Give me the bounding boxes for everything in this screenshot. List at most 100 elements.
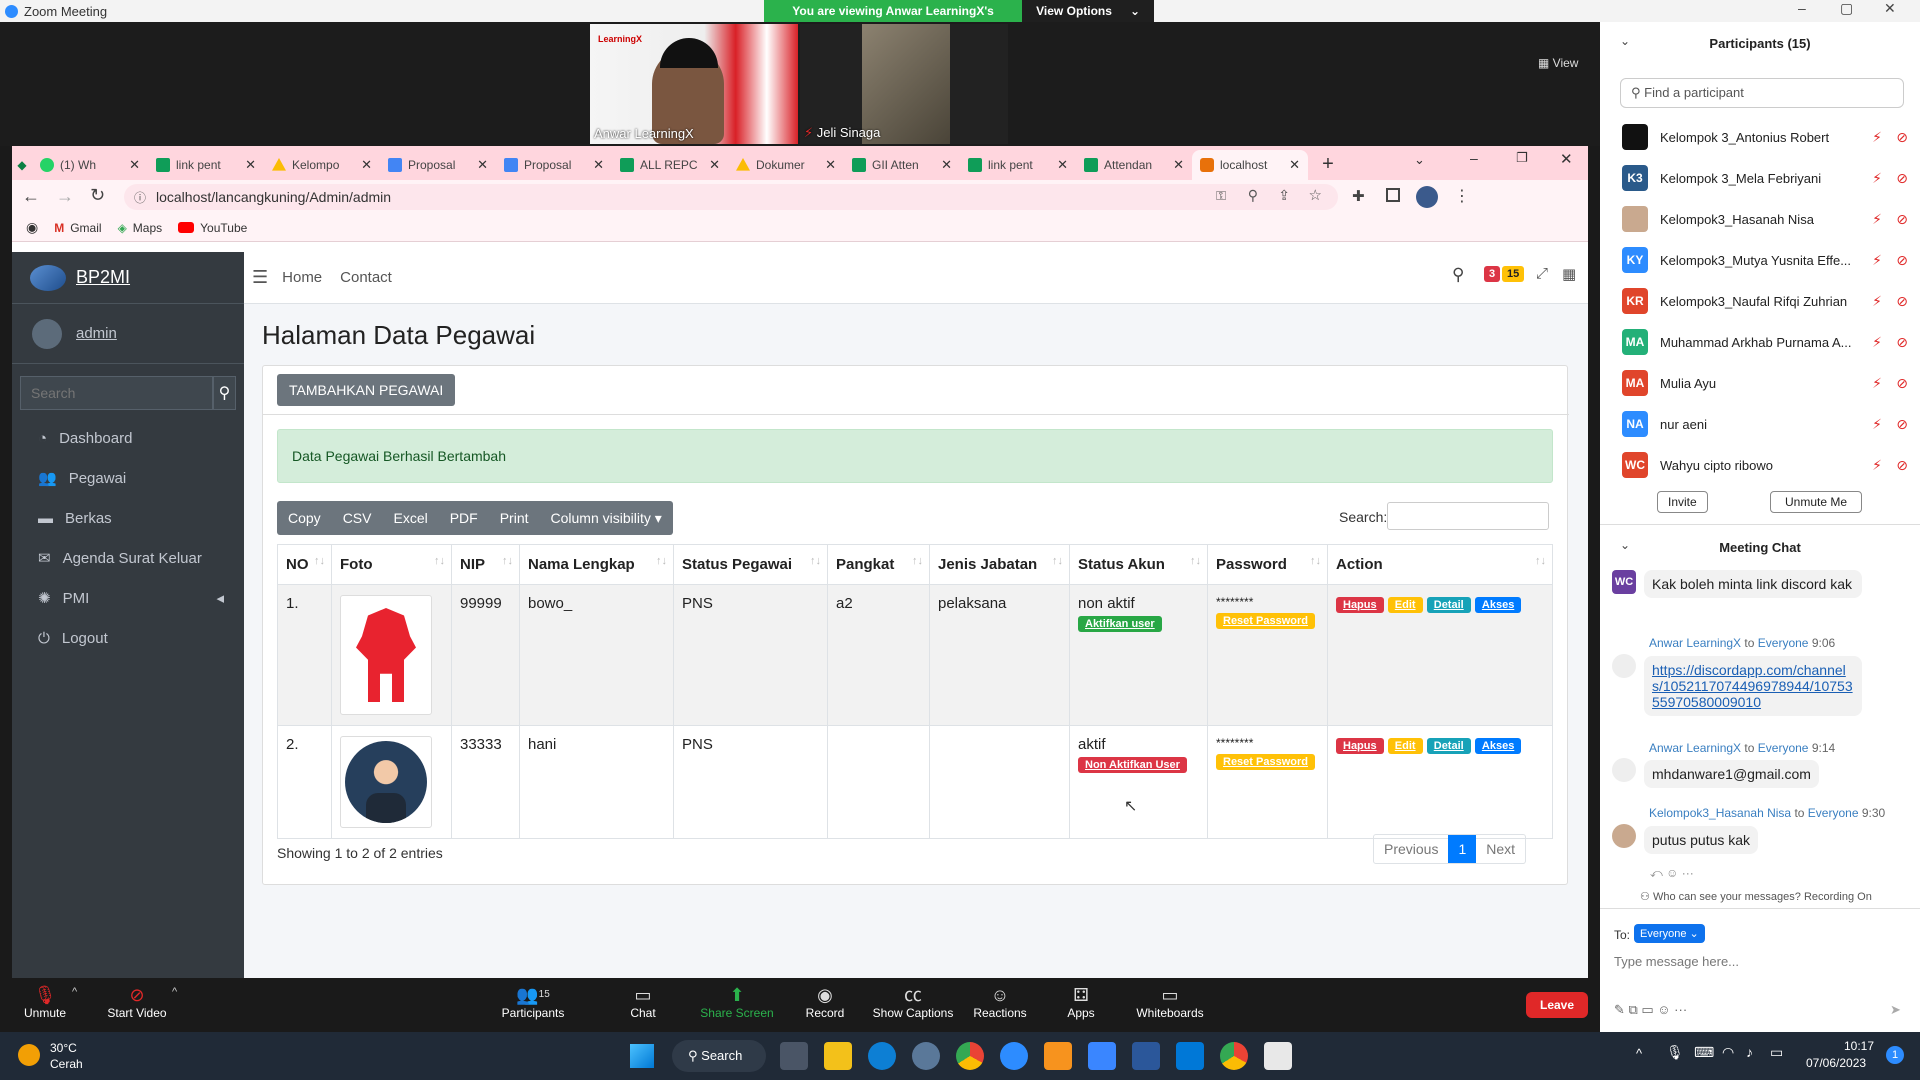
close-icon[interactable]: ✕ [1560, 150, 1573, 168]
chat-format-icons[interactable]: ✎ ⧉ ▭ ☺ ··· [1614, 1002, 1687, 1018]
key-icon[interactable]: ⚿ [1216, 188, 1226, 204]
col-header[interactable]: Password ↑↓ [1207, 544, 1328, 585]
record-button[interactable]: ◉ Record [780, 984, 870, 1020]
pagination-page-1[interactable]: 1 [1448, 835, 1477, 863]
csv-button[interactable]: CSV [332, 501, 383, 535]
sublime-icon[interactable] [1044, 1042, 1072, 1070]
taskbar-search[interactable]: ⚲ Search [672, 1040, 766, 1072]
minimize-icon[interactable]: – [1798, 0, 1806, 16]
send-icon[interactable]: ➤ [1890, 1002, 1901, 1018]
reactions-button[interactable]: ☺ Reactions [955, 984, 1045, 1020]
browser-tab[interactable]: Proposal ✕ [380, 150, 496, 180]
detail-button[interactable]: Detail [1426, 738, 1471, 754]
participants-button[interactable]: 👥15 Participants [488, 984, 578, 1020]
bookmark-maps[interactable]: Maps [133, 221, 162, 235]
extensions-icon[interactable]: ✚ [1352, 187, 1365, 205]
close-tab-icon[interactable]: ✕ [593, 157, 604, 173]
nav-contact[interactable]: Contact [340, 269, 392, 286]
notepad-icon[interactable] [1088, 1042, 1116, 1070]
col-header[interactable]: Nama Lengkap ↑↓ [519, 544, 674, 585]
reply-icon[interactable]: ⤺ ☺ ··· [1650, 866, 1694, 881]
whiteboards-button[interactable]: ▭ Whiteboards [1125, 984, 1215, 1020]
grid-icon[interactable]: ▦ [1562, 265, 1576, 283]
wifi-icon[interactable]: ◠ [1722, 1044, 1734, 1061]
mic-tray-icon[interactable]: 🎙 [1666, 1044, 1684, 1061]
sidepanel-icon[interactable] [1386, 188, 1400, 202]
pagination-previous[interactable]: Previous [1374, 835, 1448, 863]
zoom-app-icon[interactable] [1000, 1042, 1028, 1070]
close-tab-icon[interactable]: ✕ [709, 157, 720, 173]
participant-search[interactable]: ⚲ Find a participant [1620, 78, 1904, 108]
share-screen-button[interactable]: ⬆ Share Screen [692, 984, 782, 1020]
notification-badge-red[interactable]: 3 [1484, 266, 1501, 282]
participant-row[interactable]: Kelompok 3_Antonius Robert ⚡ ⊘ [1622, 122, 1912, 152]
snipping-tool-icon[interactable] [1264, 1042, 1292, 1070]
site-info-icon[interactable]: ⓘ [134, 189, 146, 206]
participant-row[interactable]: MA Muhammad Arkhab Purnama A... ⚡ ⊘ [1622, 327, 1912, 357]
add-employee-button[interactable]: TAMBAHKAN PEGAWAI [277, 374, 456, 406]
clock-date[interactable]: 07/06/2023 [1806, 1056, 1866, 1070]
browser-tab[interactable]: Kelompo ✕ [264, 150, 380, 180]
url-bar[interactable]: ⓘ localhost/lancangkuning/Admin/admin ⚿ … [124, 184, 1338, 210]
chrome-profile-icon[interactable] [1220, 1042, 1248, 1070]
settings-icon[interactable] [912, 1042, 940, 1070]
participant-row[interactable]: MA Mulia Ayu ⚡ ⊘ [1622, 368, 1912, 398]
table-search-input[interactable] [1387, 502, 1549, 530]
minimize-icon[interactable]: – [1470, 150, 1478, 166]
column-visibility-button[interactable]: Column visibility ▾ [540, 501, 673, 535]
deactivate-user-button[interactable]: Non Aktifkan User [1078, 757, 1187, 773]
participant-row[interactable]: Kelompok3_Hasanah Nisa ⚡ ⊘ [1622, 204, 1912, 234]
participant-row[interactable]: KR Kelompok3_Naufal Rifqi Zuhrian ⚡ ⊘ [1622, 286, 1912, 316]
reset-password-button[interactable]: Reset Password [1216, 613, 1315, 629]
close-tab-icon[interactable]: ✕ [245, 157, 256, 173]
col-header[interactable]: Status Akun ↑↓ [1069, 544, 1208, 585]
new-tab-plus-icon[interactable]: + [1308, 150, 1348, 180]
nav-home[interactable]: Home [282, 269, 322, 286]
sidebar-item-dashboard[interactable]: ◔ Dashboard [12, 418, 244, 458]
close-tab-icon[interactable]: ✕ [1057, 157, 1068, 173]
file-explorer-icon[interactable] [824, 1042, 852, 1070]
browser-tab[interactable]: GII Atten ✕ [844, 150, 960, 180]
browser-tab[interactable]: Attendan ✕ [1076, 150, 1192, 180]
battery-icon[interactable]: ▭ [1770, 1044, 1783, 1061]
close-tab-icon[interactable]: ✕ [129, 157, 140, 173]
excel-button[interactable]: Excel [382, 501, 438, 535]
restore-icon[interactable]: ❐ [1516, 150, 1528, 166]
recipient-dropdown[interactable]: Everyone ⌄ [1634, 924, 1705, 943]
close-tab-icon[interactable]: ✕ [825, 157, 836, 173]
chat-button[interactable]: ▭ Chat [598, 984, 688, 1020]
show-captions-button[interactable]: ㏄ Show Captions [868, 984, 958, 1020]
detail-button[interactable]: Detail [1426, 597, 1471, 613]
browser-tab[interactable]: Proposal ✕ [496, 150, 612, 180]
who-can-see[interactable]: ⚇ Who can see your messages? Recording O… [1640, 890, 1872, 903]
share-icon[interactable]: ⇪ [1278, 187, 1290, 204]
browser-tab[interactable]: link pent ✕ [148, 150, 264, 180]
participant-row[interactable]: NA nur aeni ⚡ ⊘ [1622, 409, 1912, 439]
bookmark-youtube[interactable]: YouTube [200, 221, 247, 235]
volume-icon[interactable]: ♪ [1746, 1044, 1753, 1060]
col-header[interactable]: Pangkat ↑↓ [827, 544, 930, 585]
close-tab-icon[interactable]: ✕ [941, 157, 952, 173]
tray-overflow-icon[interactable]: ^ [1636, 1046, 1642, 1061]
forward-icon[interactable]: → [56, 186, 74, 207]
chat-input[interactable]: Type message here... [1614, 954, 1739, 969]
zoom-icon[interactable]: ⚲ [1248, 187, 1258, 204]
sidebar-item-agenda[interactable]: ✉ Agenda Surat Keluar [12, 538, 244, 578]
caret-up-icon[interactable]: ^ [72, 986, 77, 998]
brand-link[interactable]: BP2MI [12, 252, 244, 304]
weather-desc[interactable]: Cerah [50, 1057, 83, 1071]
col-header[interactable]: Status Pegawai ↑↓ [673, 544, 828, 585]
print-button[interactable]: Print [489, 501, 540, 535]
activate-user-button[interactable]: Aktifkan user [1078, 616, 1162, 632]
video-tile[interactable]: ⚡ Jeli Sinaga [800, 24, 1008, 144]
participant-row[interactable]: KY Kelompok3_Mutya Yusnita Effe... ⚡ ⊘ [1622, 245, 1912, 275]
chat-link[interactable]: https://discordapp.com/channels/10521170… [1644, 656, 1862, 716]
caret-up-icon[interactable]: ^ [172, 986, 177, 998]
hamburger-icon[interactable]: ☰ [252, 267, 268, 288]
copy-button[interactable]: Copy [277, 501, 332, 535]
sidebar-item-logout[interactable]: ⏻ Logout [12, 618, 244, 658]
close-tab-icon[interactable]: ✕ [1289, 157, 1300, 173]
access-button[interactable]: Akses [1474, 597, 1522, 613]
search-icon[interactable]: ⚲ [213, 376, 236, 410]
browser-tab[interactable]: ALL REPC ✕ [612, 150, 728, 180]
